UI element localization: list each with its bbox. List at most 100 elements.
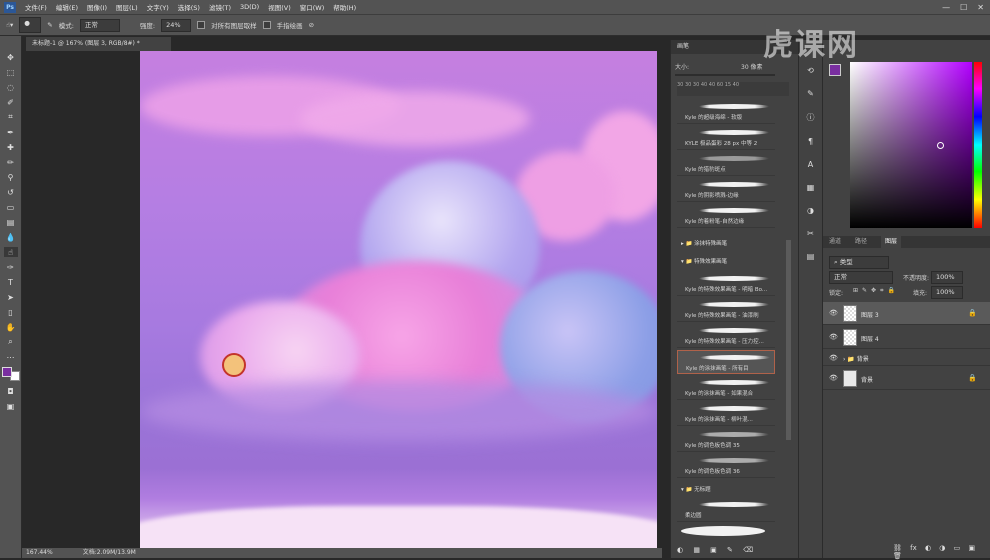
foreground-color-swatch[interactable] (829, 64, 841, 76)
menu-file[interactable]: 文件(F) (25, 2, 47, 12)
eraser-tool-icon[interactable]: ▭ (4, 202, 18, 212)
brush-tip-strip[interactable]: 30 30 30 40 40 60 15 40 (677, 82, 789, 96)
menu-type[interactable]: 文字(Y) (147, 2, 169, 12)
blend-mode-select[interactable]: 正常 (829, 271, 893, 284)
brush-preset-row[interactable]: Kyle 的特殊效果画笔 - 压力控... (677, 324, 775, 348)
brush-settings-icon[interactable]: ✎ (47, 21, 52, 29)
brush-preset-row[interactable]: KYLE 极品蛋彩 28 px 中等 2 (677, 126, 775, 150)
eye-icon[interactable]: 👁 (829, 309, 838, 317)
blur-tool-icon[interactable]: 💧 (4, 232, 18, 242)
menu-window[interactable]: 窗口(W) (300, 2, 325, 12)
hand-tool-icon[interactable]: ✋ (4, 322, 18, 332)
crop-tool-icon[interactable]: ⌗ (4, 112, 18, 122)
document-info[interactable]: 文档:2.09M/13.9M (83, 548, 136, 558)
brush-panel-footer-icons[interactable]: ◐ ▦ ▣ ✎ ⌫ (677, 546, 753, 554)
mode-select[interactable]: 正常 (79, 18, 120, 32)
lock-icons[interactable]: ⊞✎✥⌗🔒 (853, 287, 899, 295)
pressure-icon[interactable]: ⊘ (309, 21, 314, 29)
layer-group-row[interactable]: 👁 › 📁 背景 (823, 350, 990, 366)
menu-layer[interactable]: 图层(L) (116, 2, 138, 12)
menu-help[interactable]: 帮助(H) (333, 2, 356, 12)
layer-kind-filter[interactable]: ⌕ 类型 (829, 256, 889, 269)
zoom-tool-icon[interactable]: ⌕ (4, 337, 18, 347)
brush-preset-row[interactable]: Kyle 的超级海绵 - 软版 (677, 100, 775, 124)
brush-panel-scrollbar[interactable] (786, 240, 791, 440)
brush-size-value[interactable]: 30 像素 (741, 62, 763, 71)
fill-input[interactable]: 100% (931, 286, 963, 299)
info-icon[interactable]: ⓘ (807, 112, 815, 123)
layer-row-selected[interactable]: 👁 图层 3 🔒 (823, 302, 990, 325)
layer-row[interactable]: 👁 图层 4 (823, 326, 990, 349)
layer-comps-icon[interactable]: ▤ (807, 252, 815, 261)
brush-preset-row[interactable]: Kyle 的调色板色调 36 (677, 454, 775, 478)
eyedropper-tool-icon[interactable]: ✒ (4, 127, 18, 137)
minimize-icon[interactable]: — (942, 3, 950, 12)
adjustments-icon[interactable]: ◑ (807, 206, 814, 215)
brush-group-folder[interactable]: ▾ 📁 特殊效果画笔 (677, 256, 775, 268)
layer-name[interactable]: 图层 4 (861, 334, 879, 343)
tab-layers[interactable]: 图层 (881, 236, 902, 248)
brush-preset-row-selected[interactable]: Kyle 的涂抹画笔 - 所有目 (677, 350, 775, 374)
brush-preset-picker[interactable]: ● (19, 17, 42, 33)
layer-name[interactable]: 图层 3 (861, 310, 879, 319)
brush-preset-row[interactable]: Kyle 的调色板色调 35 (677, 428, 775, 452)
menu-image[interactable]: 图像(I) (87, 2, 107, 12)
strength-input[interactable]: 24% (161, 18, 192, 32)
clone-stamp-tool-icon[interactable]: ⚲ (4, 172, 18, 182)
lasso-tool-icon[interactable]: ◌ (4, 82, 18, 92)
menu-view[interactable]: 视图(V) (268, 2, 291, 12)
brush-preset-row[interactable]: Kyle 的阴影喷溅-边缘 (677, 178, 775, 202)
sample-all-checkbox[interactable] (197, 21, 206, 29)
canvas-area[interactable] (22, 51, 662, 548)
paragraph-icon[interactable]: ¶ (808, 137, 813, 146)
more-tools-icon[interactable]: ⋯ (4, 352, 18, 362)
tab-channels[interactable]: 通道 (829, 236, 841, 248)
layer-group-name[interactable]: › 📁 背景 (843, 354, 869, 363)
history-icon[interactable]: ⟲ (807, 66, 814, 75)
quick-select-tool-icon[interactable]: ✐ (4, 97, 18, 107)
opacity-input[interactable]: 100% (931, 271, 963, 284)
document-tab[interactable]: 未标题-1 @ 167% (图层 3, RGB/8#) * (26, 37, 171, 51)
type-tool-icon[interactable]: T (4, 277, 18, 287)
hue-slider[interactable] (974, 62, 982, 228)
menu-edit[interactable]: 编辑(E) (56, 2, 78, 12)
foreground-color-swatch[interactable] (1, 367, 12, 377)
brush-preset-row[interactable]: Kyle 的着粉笔-自然边缘 (677, 204, 775, 228)
smudge-tool-icon[interactable]: ☝▾ (6, 21, 13, 29)
screen-mode-icon[interactable]: ▣ (4, 401, 18, 411)
gradient-tool-icon[interactable]: ▤ (4, 217, 18, 227)
eye-icon[interactable]: 👁 (829, 333, 838, 341)
close-icon[interactable]: ✕ (977, 3, 984, 12)
brush-tool-icon[interactable]: ✏ (4, 157, 18, 167)
maximize-icon[interactable]: ☐ (960, 3, 967, 12)
artwork-canvas[interactable] (140, 51, 657, 548)
brush-preset-row[interactable]: 柔边圆 (677, 498, 775, 522)
menu-3d[interactable]: 3D(D) (240, 3, 259, 11)
brush-size-slider[interactable] (675, 74, 775, 76)
eye-icon[interactable]: 👁 (829, 374, 838, 382)
brush-preset-row[interactable]: Kyle 的涂抹画笔 - 柳叶混... (677, 402, 775, 426)
brush-preset-row[interactable]: Kyle 的特殊效果画笔 - 明暗 Bo... (677, 272, 775, 296)
move-tool-icon[interactable]: ✥ (4, 52, 18, 62)
swatches-icon[interactable]: ▦ (807, 183, 815, 192)
history-brush-tool-icon[interactable]: ↺ (4, 187, 18, 197)
path-select-tool-icon[interactable]: ➤ (4, 292, 18, 302)
brush-settings-icon[interactable]: ✎ (807, 89, 814, 98)
character-icon[interactable]: A (808, 160, 813, 169)
color-picker-field[interactable] (850, 62, 972, 228)
brush-preset-row[interactable]: Kyle 的涂抹画笔 - 如果混合 (677, 376, 775, 400)
menu-filter[interactable]: 滤镜(T) (209, 2, 231, 12)
brush-preset-row[interactable]: Kyle 的特殊效果画笔 - 油漆刷 (677, 298, 775, 322)
color-picker-marker[interactable] (937, 142, 944, 149)
brush-group-folder[interactable]: ▸ 📁 涂抹特殊画笔 (677, 238, 775, 250)
marquee-tool-icon[interactable]: ⬚ (4, 67, 18, 77)
layer-name[interactable]: 背景 (861, 375, 873, 384)
smudge-tool-icon[interactable]: ☝ (3, 247, 18, 257)
menu-select[interactable]: 选择(S) (178, 2, 200, 12)
quick-mask-icon[interactable]: ◘ (4, 386, 18, 396)
tools-icon[interactable]: ✂ (807, 229, 814, 238)
layer-row[interactable]: 👁 背景 🔒 (823, 367, 990, 390)
zoom-level[interactable]: 167.44% (26, 548, 53, 558)
finger-paint-checkbox[interactable] (262, 21, 271, 29)
brush-group-folder[interactable]: ▾ 📁 无标题 (677, 484, 775, 496)
